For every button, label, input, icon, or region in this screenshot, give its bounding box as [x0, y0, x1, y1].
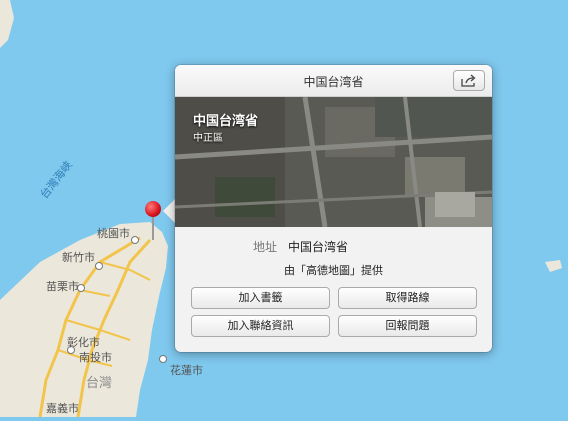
city-dot: [95, 262, 103, 270]
pin-needle: [152, 216, 154, 240]
add-bookmark-button[interactable]: 加入書籤: [191, 287, 330, 309]
city-dot: [131, 236, 139, 244]
satellite-photo[interactable]: 中国台湾省 中正區: [175, 97, 492, 227]
place-label: 彰化市: [67, 336, 100, 349]
photo-subtitle: 中正區: [193, 133, 223, 144]
share-icon: [461, 74, 476, 87]
address-label: 地址: [253, 240, 278, 254]
place-label: 新竹市: [62, 251, 95, 264]
address-value: 中国台湾省: [288, 240, 349, 254]
share-button[interactable]: [453, 70, 485, 91]
place-label: 苗栗市: [46, 280, 79, 293]
place-label: 桃園市: [97, 227, 130, 240]
popover-title: 中国台湾省: [303, 75, 364, 89]
report-problem-button[interactable]: 回報問題: [338, 315, 477, 337]
island: [545, 260, 562, 272]
place-label: 台灣: [86, 376, 113, 391]
add-contact-button[interactable]: 加入聯絡資訊: [191, 315, 330, 337]
mainland-land: [0, 0, 14, 48]
get-directions-button[interactable]: 取得路線: [338, 287, 477, 309]
photo-title: 中国台湾省: [193, 114, 259, 129]
provider-credit: 由「高德地圖」提供: [284, 264, 383, 277]
place-label: 南投市: [79, 351, 112, 364]
place-label: 花蓮市: [170, 364, 203, 377]
location-popover: 中国台湾省 中国台湾省 中正區 地址 中国台湾省 由「高德地圖」提供 加入書籤 …: [175, 65, 492, 352]
location-pin[interactable]: [145, 201, 161, 217]
place-label: 嘉義市: [46, 402, 79, 415]
city-dot: [159, 355, 167, 363]
popover-header: 中国台湾省: [175, 65, 492, 97]
